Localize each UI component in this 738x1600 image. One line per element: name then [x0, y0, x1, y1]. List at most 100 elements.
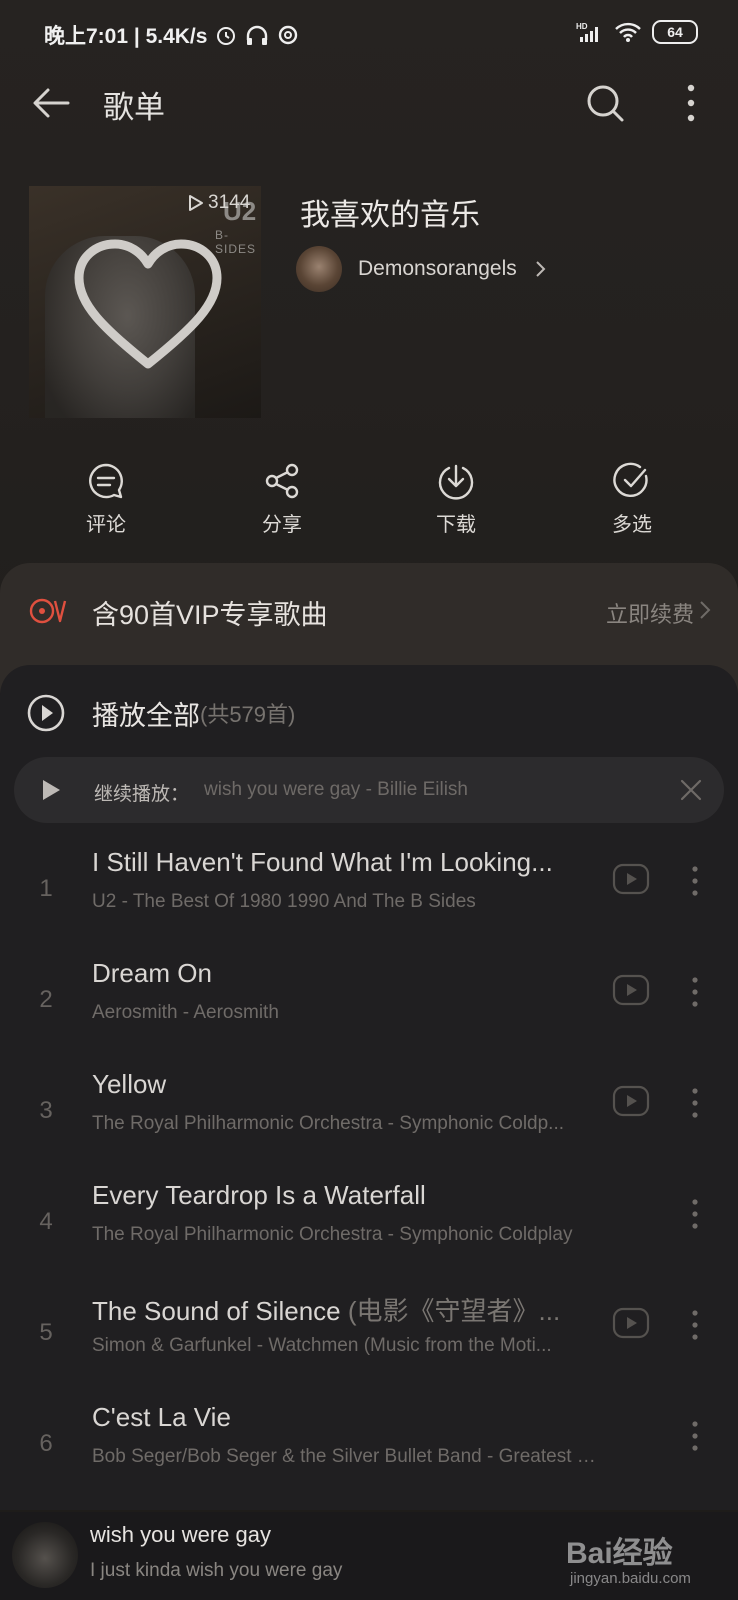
status-right: HD 64	[576, 20, 698, 44]
song-meta: U2 - The Best Of 1980 1990 And The B Sid…	[92, 891, 476, 912]
share-button[interactable]: 分享	[232, 462, 332, 537]
share-label: 分享	[262, 514, 302, 536]
avatar[interactable]	[296, 246, 342, 292]
song-title: C'est La Vie	[92, 1402, 592, 1433]
search-icon[interactable]	[582, 80, 628, 126]
mv-icon[interactable]	[612, 863, 650, 895]
song-row-2[interactable]: 2 Dream On Aerosmith - Aerosmith	[0, 958, 738, 1068]
back-arrow-icon[interactable]	[30, 82, 72, 124]
download-label: 下载	[436, 514, 476, 536]
comment-label: 评论	[86, 514, 126, 536]
song-title-text: Every Teardrop Is a Waterfall	[92, 1180, 426, 1210]
netease-icon	[279, 25, 298, 45]
status-left: 晚上7:01 | 5.4K/s	[44, 20, 299, 50]
status-bar: 晚上7:01 | 5.4K/s HD 64	[0, 0, 738, 68]
song-row-4[interactable]: 4 Every Teardrop Is a Waterfall The Roya…	[0, 1180, 738, 1290]
close-icon[interactable]	[678, 777, 704, 803]
alarm-icon	[217, 27, 236, 45]
song-list-panel: 播放全部 (共579首) 继续播放： wish you were gay - B…	[0, 665, 738, 1510]
song-more-icon[interactable]	[680, 1194, 710, 1234]
headphones-icon	[247, 25, 268, 45]
creator-link[interactable]: Demonsorangels	[296, 246, 547, 292]
comment-button[interactable]: 评论	[56, 462, 156, 537]
battery-indicator: 64	[652, 20, 698, 44]
song-more-icon[interactable]	[680, 861, 710, 901]
song-row-5[interactable]: 5 The Sound of Silence (电影《守望者》... Simon…	[0, 1291, 738, 1401]
play-triangle-icon	[189, 195, 203, 211]
download-icon	[438, 464, 474, 500]
watermark-title: Bai经验	[566, 1537, 673, 1570]
chevron-right-icon	[536, 261, 546, 277]
vip-text: 含90首VIP专享歌曲	[92, 600, 328, 630]
song-more-icon[interactable]	[680, 1305, 710, 1345]
multiselect-icon	[613, 462, 648, 498]
song-row-6[interactable]: 6 C'est La Vie Bob Seger/Bob Seger & the…	[0, 1402, 738, 1512]
baidu-watermark: Bai经验 jingyan.baidu.com	[556, 1518, 736, 1598]
song-more-icon[interactable]	[680, 972, 710, 1012]
playlist-cover[interactable]: U2 B-SIDES	[29, 186, 261, 418]
song-meta: Aerosmith - Aerosmith	[92, 1002, 279, 1023]
svg-text:HD: HD	[576, 22, 588, 31]
song-number: 1	[39, 875, 53, 902]
song-title-text: I Still Haven't Found What I'm Looking..…	[92, 847, 553, 877]
more-options-icon[interactable]	[676, 80, 706, 126]
song-title: Yellow	[92, 1069, 592, 1100]
now-playing-artwork[interactable]	[12, 1522, 78, 1588]
play-all-count: (共579首)	[200, 702, 296, 727]
song-number: 2	[39, 986, 53, 1013]
mv-icon[interactable]	[612, 974, 650, 1006]
multiselect-button[interactable]: 多选	[582, 462, 682, 537]
song-more-icon[interactable]	[680, 1083, 710, 1123]
song-number: 6	[39, 1430, 53, 1457]
renew-link[interactable]: 立即续费	[606, 597, 694, 629]
top-app-bar: 歌单	[0, 68, 738, 136]
song-title-extra: (电影《守望者》...	[347, 1296, 561, 1326]
song-meta: Bob Seger/Bob Seger & the Silver Bullet …	[92, 1446, 602, 1467]
share-icon	[265, 463, 299, 499]
action-row: 评论 分享 下载 多选	[0, 462, 738, 542]
song-title: I Still Haven't Found What I'm Looking..…	[92, 847, 592, 878]
song-number: 4	[39, 1208, 53, 1235]
song-more-icon[interactable]	[680, 1416, 710, 1456]
signal-icon: HD	[576, 22, 598, 42]
play-circle-icon	[27, 694, 65, 732]
song-title-text: C'est La Vie	[92, 1402, 231, 1432]
song-number: 3	[39, 1097, 53, 1124]
multiselect-label: 多选	[612, 514, 652, 536]
status-time-speed: 晚上7:01 | 5.4K/s	[44, 25, 208, 48]
watermark-url: jingyan.baidu.com	[570, 1570, 691, 1587]
continue-track: wish you were gay - Billie Eilish	[204, 779, 468, 800]
song-meta: Simon & Garfunkel - Watchmen (Music from…	[92, 1335, 552, 1356]
song-title: Dream On	[92, 958, 592, 989]
page-title: 歌单	[103, 90, 165, 125]
song-meta: The Royal Philharmonic Orchestra - Symph…	[92, 1113, 565, 1134]
continue-play-bar[interactable]: 继续播放： wish you were gay - Billie Eilish	[14, 757, 724, 823]
mv-icon[interactable]	[612, 1085, 650, 1117]
song-title-text: Yellow	[92, 1069, 167, 1099]
now-playing-title: wish you were gay	[90, 1522, 271, 1547]
play-all-label: 播放全部	[92, 700, 200, 731]
comment-icon	[89, 463, 123, 499]
download-button[interactable]: 下载	[406, 462, 506, 537]
song-row-3[interactable]: 3 Yellow The Royal Philharmonic Orchestr…	[0, 1069, 738, 1179]
song-number: 5	[39, 1319, 53, 1346]
heart-icon	[74, 239, 222, 369]
play-all-button[interactable]: 播放全部 (共579首)	[26, 691, 526, 735]
wifi-icon	[615, 22, 641, 42]
continue-label: 继续播放：	[94, 784, 190, 805]
now-playing-subtitle: I just kinda wish you were gay	[90, 1560, 343, 1581]
song-title-text: The Sound of Silence	[92, 1296, 348, 1326]
playlist-title: 我喜欢的音乐	[300, 199, 480, 232]
play-count-value: 3144	[208, 192, 251, 213]
song-title: Every Teardrop Is a Waterfall	[92, 1180, 592, 1211]
song-meta: The Royal Philharmonic Orchestra - Symph…	[92, 1224, 573, 1245]
song-row-1[interactable]: 1 I Still Haven't Found What I'm Looking…	[0, 847, 738, 957]
vip-cd-icon	[29, 598, 67, 624]
play-count: 3144	[188, 192, 250, 214]
chevron-right-icon	[700, 601, 711, 619]
song-title-text: Dream On	[92, 958, 212, 988]
mv-icon[interactable]	[612, 1307, 650, 1339]
play-icon	[43, 780, 60, 800]
creator-name[interactable]: Demonsorangels	[358, 257, 517, 281]
song-title: The Sound of Silence (电影《守望者》...	[92, 1291, 592, 1328]
